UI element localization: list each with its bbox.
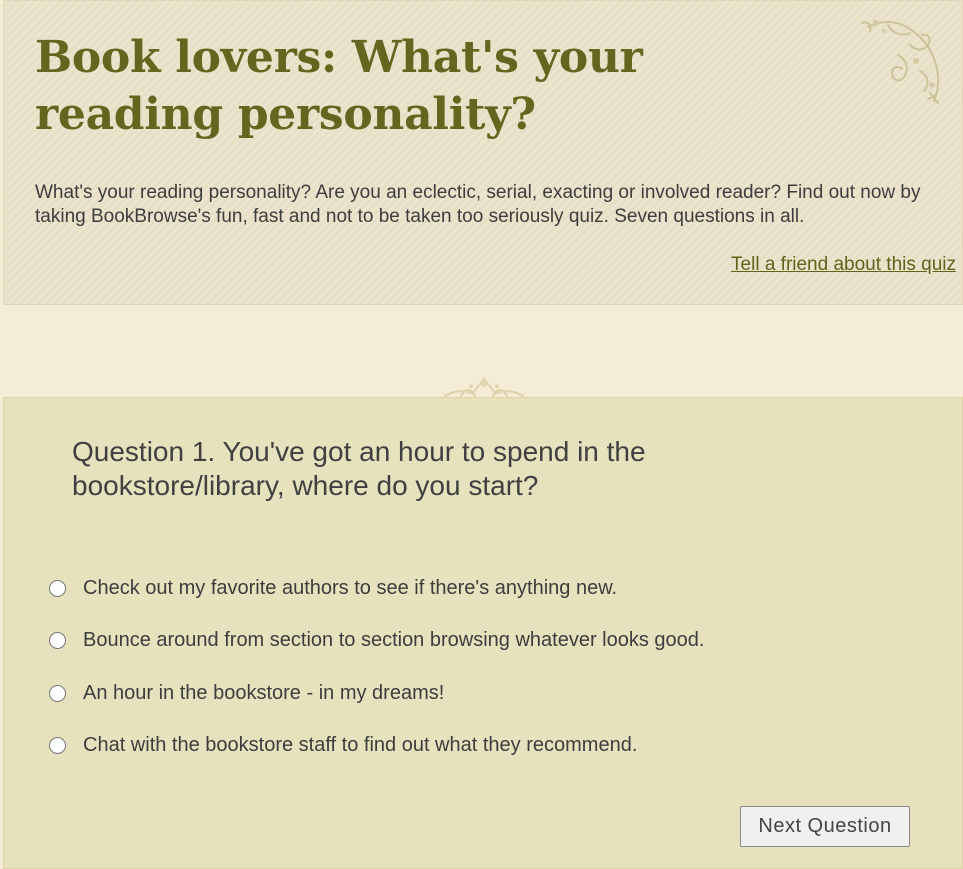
radio-button[interactable] [49, 579, 66, 597]
quiz-header: Book lovers: What's your reading persona… [3, 0, 963, 305]
quiz-intro-text: What's your reading personality? Are you… [35, 182, 921, 227]
floral-corner-ornament-icon [861, 20, 940, 104]
answer-label: Bounce around from section to section br… [83, 628, 705, 651]
radio-button[interactable] [49, 736, 66, 754]
answer-option-2[interactable]: Bounce around from section to section br… [49, 627, 704, 653]
answer-option-3[interactable]: An hour in the bookstore - in my dreams! [49, 680, 444, 706]
answer-label: Check out my favorite authors to see if … [83, 576, 618, 599]
answer-option-1[interactable]: Check out my favorite authors to see if … [49, 575, 617, 601]
page-title: Book lovers: What's your reading persona… [35, 32, 643, 140]
tell-a-friend-link[interactable]: Tell a friend about this quiz [731, 253, 956, 277]
next-question-button[interactable]: Next Question [740, 806, 910, 847]
radio-button[interactable] [49, 631, 66, 649]
answer-label: Chat with the bookstore staff to find ou… [83, 733, 638, 756]
answer-option-4[interactable]: Chat with the bookstore staff to find ou… [49, 732, 637, 758]
radio-button[interactable] [49, 684, 66, 702]
quiz-panel: Question 1. You've got an hour to spend … [3, 397, 963, 869]
question-text: Question 1. You've got an hour to spend … [72, 436, 646, 501]
answer-label: An hour in the bookstore - in my dreams! [83, 681, 445, 704]
